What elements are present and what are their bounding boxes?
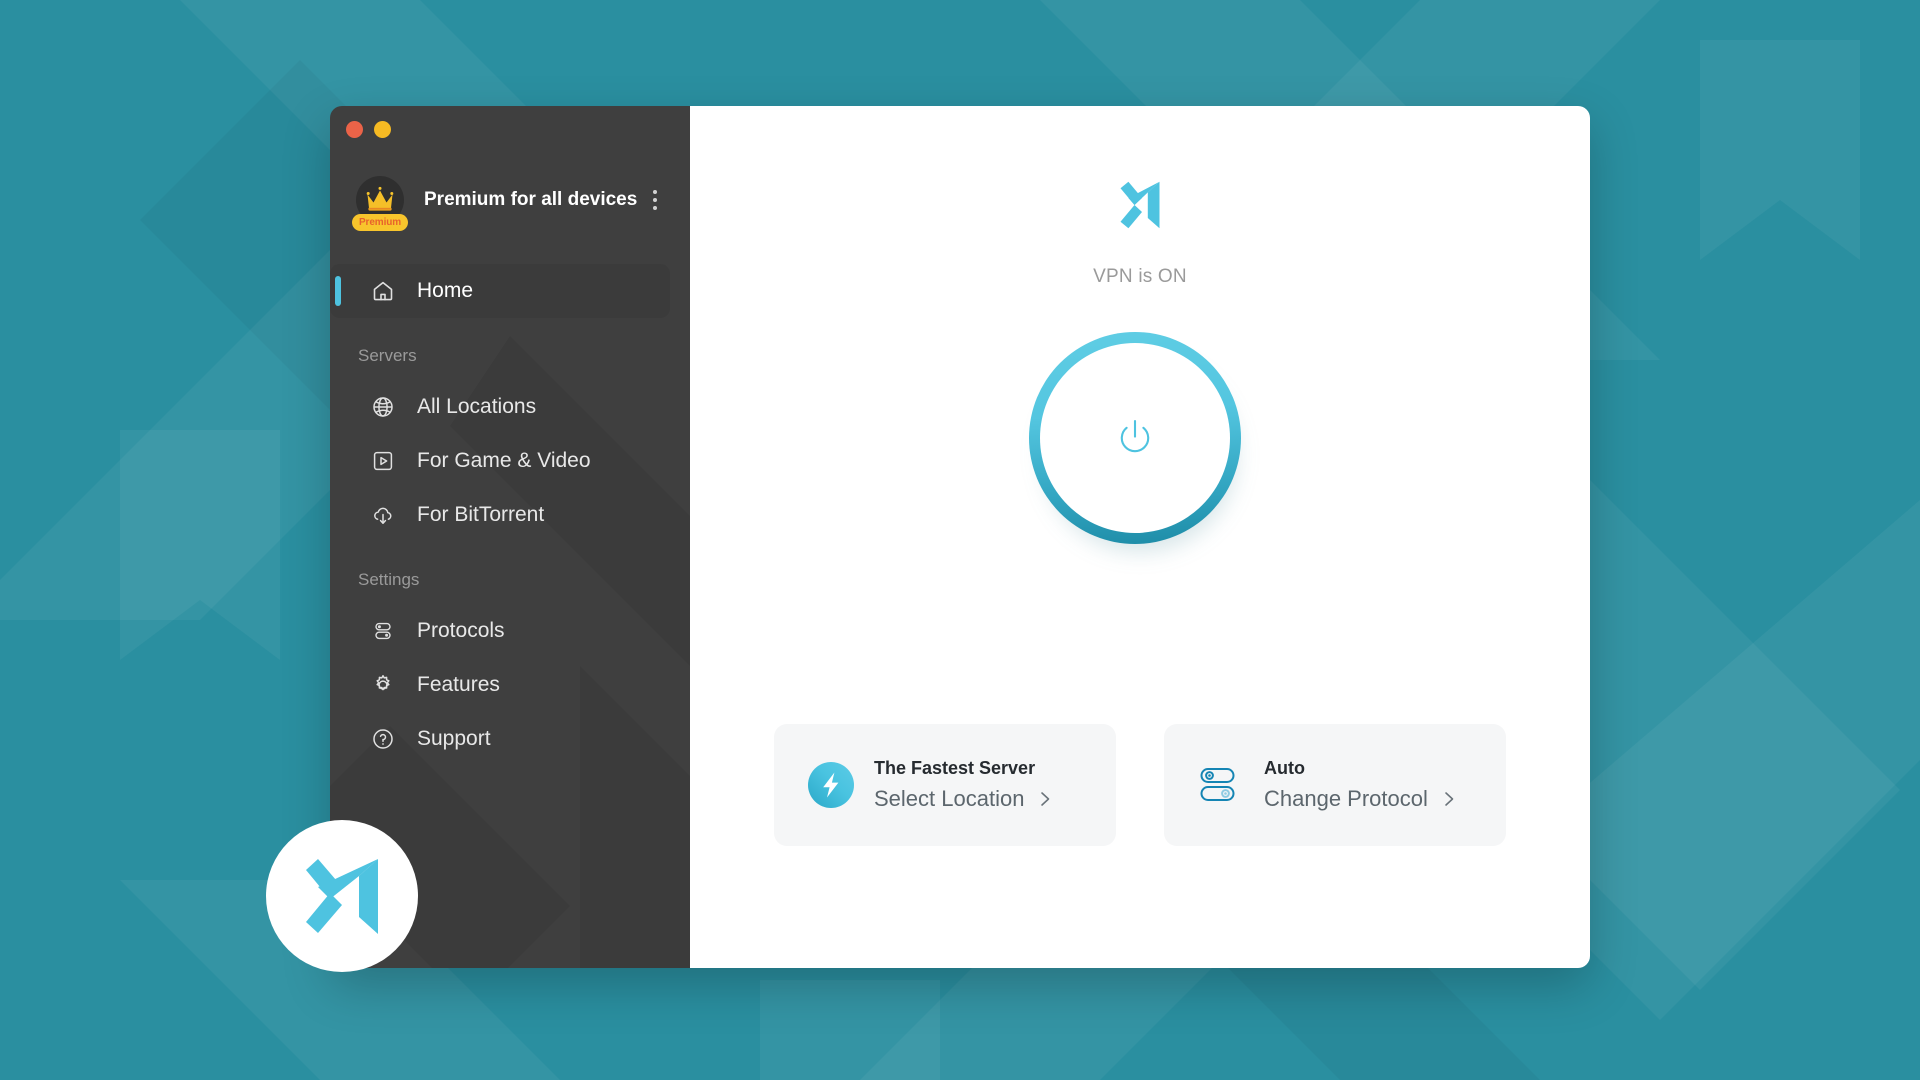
sidebar-item-label: Protocols [417,619,505,642]
active-indicator [335,276,341,306]
card-text: The Fastest Server Select Location [874,758,1053,813]
chevron-right-icon [1442,789,1457,809]
window-titlebar [330,106,690,152]
play-square-icon [370,448,396,474]
sidebar-item-label: For Game & Video [417,449,591,472]
home-icon [370,278,396,304]
account-title: Premium for all devices [424,189,638,210]
kebab-menu-icon[interactable] [642,184,668,216]
sidebar-item-home[interactable]: Home [330,264,670,318]
minimize-window-button[interactable] [374,120,391,138]
globe-icon [370,394,396,420]
sidebar-item-label: Features [417,673,500,696]
close-window-button[interactable] [346,120,363,138]
card-subtitle: Change Protocol [1264,786,1428,812]
account-row[interactable]: Premium Premium for all devices [330,152,690,248]
avatar: Premium [352,176,408,231]
x-logo-round-icon [266,820,418,972]
question-circle-icon [370,726,396,752]
sidebar-item-label: Support [417,727,491,750]
fastest-server-card[interactable]: The Fastest Server Select Location [774,724,1116,846]
x-logo-icon [1109,174,1171,241]
sidebar-item-for-game-and-video[interactable]: For Game & Video [330,434,670,488]
lightning-bolt-icon [808,762,854,808]
sidebar-section-servers: Servers [358,346,417,365]
card-subtitle-row: Select Location [874,786,1053,812]
sidebar-section-settings: Settings [358,570,420,589]
vpn-app-window: Premium Premium for all devices Home Ser… [330,106,1590,968]
card-title: Auto [1264,757,1305,778]
card-subtitle: Select Location [874,786,1025,812]
protocol-toggles-icon [1198,762,1244,808]
power-icon [1120,419,1150,453]
power-toggle-button[interactable] [1029,332,1241,544]
sidebar-item-for-bittorrent[interactable]: For BitTorrent [330,488,670,542]
chevron-right-icon [1038,789,1053,809]
sidebar-item-features[interactable]: Features [330,658,670,712]
card-subtitle-row: Change Protocol [1264,786,1457,812]
premium-badge: Premium [352,214,408,231]
gear-icon [370,672,396,698]
sidebar-item-all-locations[interactable]: All Locations [330,380,670,434]
sidebar-item-label: All Locations [417,395,537,418]
cloud-download-icon [370,502,396,528]
sidebar-item-label: Home [417,279,474,302]
toggles-icon [370,618,396,644]
crown-icon [366,186,394,211]
sidebar-item-label: For BitTorrent [417,503,545,526]
card-title: The Fastest Server [874,757,1036,778]
desktop-background: Premium Premium for all devices Home Ser… [0,0,1920,1080]
cards-row: The Fastest Server Select Location Auto … [690,724,1590,846]
change-protocol-card[interactable]: Auto Change Protocol [1164,724,1506,846]
sidebar-item-protocols[interactable]: Protocols [330,604,670,658]
card-text: Auto Change Protocol [1264,758,1457,813]
main-panel: VPN is ON The Fastest Server Select Loca… [690,106,1590,968]
vpn-status-text: VPN is ON [1093,266,1187,287]
power-button-wrapper [1029,332,1251,554]
sidebar-item-support[interactable]: Support [330,712,670,766]
